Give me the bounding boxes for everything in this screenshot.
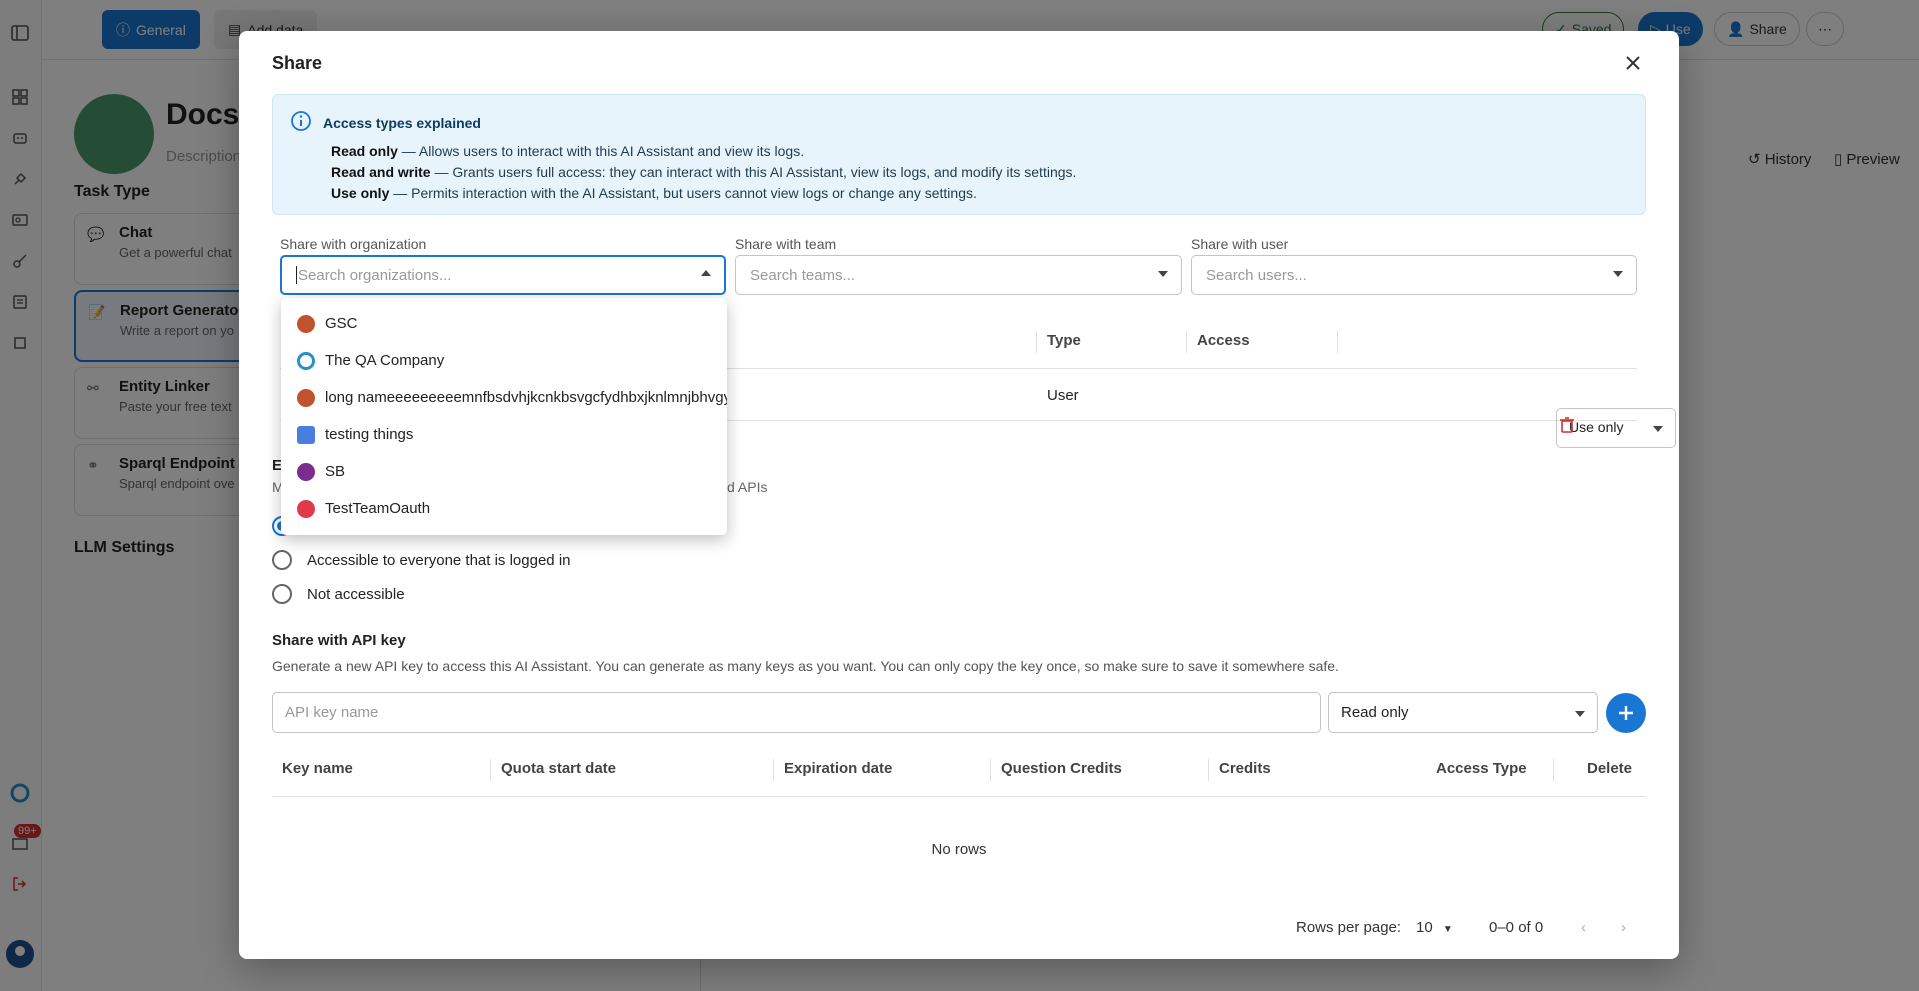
column-key-name: Key name <box>282 760 353 777</box>
empty-state: No rows <box>931 841 987 858</box>
api-key-name-input[interactable]: API key name <box>272 692 1321 733</box>
share-org-placeholder: Search organizations... <box>298 266 452 284</box>
column-divider <box>1186 331 1187 353</box>
pagination-range: 0–0 of 0 <box>1489 919 1544 936</box>
chevron-down-icon: ▼ <box>1442 924 1453 935</box>
row-access-value: Use only <box>1569 419 1624 435</box>
org-option-sb[interactable]: SB <box>281 453 727 490</box>
share-team-label: Share with team <box>735 236 837 252</box>
share-user-placeholder: Search users... <box>1206 266 1307 284</box>
close-button[interactable] <box>1621 51 1645 75</box>
column-question-credits: Question Credits <box>1001 760 1122 777</box>
trash-icon <box>1560 417 1574 433</box>
alert-line-read-write: Read and write — Grants users full acces… <box>331 164 1076 180</box>
close-icon <box>1626 56 1640 70</box>
alert-line-use-only: Use only — Permits interaction with the … <box>331 185 977 201</box>
org-logo-icon <box>297 388 315 407</box>
term: Read only <box>331 143 398 159</box>
share-org-label: Share with organization <box>280 236 427 252</box>
api-keys-table: Key name Quota start date Expiration dat… <box>272 741 1646 899</box>
chevron-down-icon[interactable] <box>1613 271 1623 277</box>
org-logo-icon <box>297 462 315 481</box>
term-desc: — Allows users to interact with this AI … <box>397 143 805 159</box>
add-api-key-button[interactable] <box>1606 693 1646 733</box>
api-key-access-select[interactable]: Read only <box>1328 692 1598 733</box>
org-option-label: TestTeamOauth <box>325 500 431 517</box>
plus-icon <box>1619 706 1633 720</box>
org-logo-icon <box>297 499 315 518</box>
org-option-long-name[interactable]: long nameeeeeeeeemnfbsdvhjkcnkbsvgcfydhb… <box>281 379 727 416</box>
chevron-down-icon <box>1653 426 1663 432</box>
chevron-down-icon <box>1575 711 1585 717</box>
api-key-access-value: Read only <box>1341 704 1409 721</box>
org-logo-icon <box>297 425 315 444</box>
term: Use only <box>331 185 390 201</box>
access-types-info: Access types explained Read only — Allow… <box>272 94 1646 215</box>
next-page-button[interactable]: › <box>1621 919 1626 936</box>
org-option-label: The QA Company <box>325 352 445 369</box>
column-access: Access <box>1197 332 1250 349</box>
row-access-select[interactable]: Use only <box>1556 408 1676 448</box>
rows-per-page-select[interactable]: 10 ▼ <box>1416 919 1453 936</box>
term: Read and write <box>331 164 431 180</box>
column-divider <box>990 759 991 781</box>
org-option-label: long nameeeeeeeeemnfbsdvhjkcnkbsvgcfydhb… <box>325 389 727 406</box>
dialog-title: Share <box>272 53 323 73</box>
column-divider <box>773 759 774 781</box>
org-option-label: testing things <box>325 426 414 443</box>
column-access-type: Access Type <box>1436 760 1527 777</box>
share-user-select[interactable]: Search users... <box>1191 255 1637 295</box>
org-logo-icon <box>297 351 315 370</box>
chevron-right-icon: › <box>1621 919 1626 936</box>
column-type: Type <box>1047 332 1081 349</box>
share-team-placeholder: Search teams... <box>750 266 856 284</box>
share-user-label: Share with user <box>1191 236 1289 252</box>
rows-per-page-value: 10 <box>1416 919 1433 936</box>
chevron-down-icon[interactable] <box>1158 271 1168 277</box>
chevron-up-icon[interactable] <box>701 270 711 276</box>
api-key-title: Share with API key <box>272 632 406 649</box>
column-credits: Credits <box>1219 760 1271 777</box>
column-divider <box>1036 331 1037 353</box>
alert-title: Access types explained <box>323 115 481 131</box>
term-desc: — Grants users full access: they can int… <box>430 164 1077 180</box>
column-divider <box>1553 759 1554 781</box>
organization-dropdown: GSC The QA Company long nameeeeeeeeemnfb… <box>281 298 727 535</box>
column-divider <box>490 759 491 781</box>
prev-page-button[interactable]: ‹ <box>1581 919 1586 936</box>
row-type: User <box>1047 387 1079 404</box>
column-delete: Delete <box>1587 760 1633 777</box>
column-divider <box>1337 331 1338 353</box>
org-option-testteamoauth[interactable]: TestTeamOauth <box>281 490 727 527</box>
org-option-gsc[interactable]: GSC <box>281 305 727 342</box>
share-team-select[interactable]: Search teams... <box>735 255 1182 295</box>
rows-per-page-label: Rows per page: <box>1296 919 1402 936</box>
column-expiration: Expiration date <box>784 760 893 777</box>
radio-not-accessible-label: Not accessible <box>307 586 405 603</box>
chevron-left-icon: ‹ <box>1581 919 1586 936</box>
org-option-qa-company[interactable]: The QA Company <box>281 342 727 379</box>
org-option-label: SB <box>325 463 346 480</box>
radio-logged-in-label: Accessible to everyone that is logged in <box>307 552 571 569</box>
org-option-testing-things[interactable]: testing things <box>281 416 727 453</box>
term-desc: — Permits interaction with the AI Assist… <box>389 185 977 201</box>
delete-share-button[interactable] <box>1560 417 1574 436</box>
api-key-description: Generate a new API key to access this AI… <box>272 658 1339 674</box>
org-option-label: GSC <box>325 315 358 332</box>
text-cursor <box>296 266 297 284</box>
info-icon <box>290 110 312 135</box>
column-divider <box>1208 759 1209 781</box>
radio-not-accessible[interactable] <box>272 584 292 604</box>
table-header: Key name Quota start date Expiration dat… <box>272 741 1646 797</box>
column-quota-start: Quota start date <box>501 760 617 777</box>
radio-logged-in[interactable] <box>272 550 292 570</box>
org-logo-icon <box>297 314 315 333</box>
alert-line-read-only: Read only — Allows users to interact wit… <box>331 143 804 159</box>
desc-end: d APIs <box>727 479 768 495</box>
share-org-select[interactable]: Search organizations... <box>280 255 726 295</box>
